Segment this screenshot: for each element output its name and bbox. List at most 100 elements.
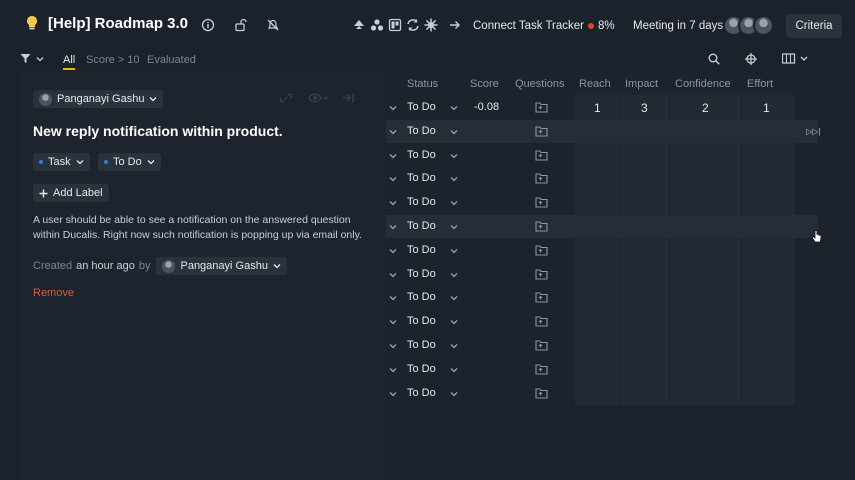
status-cell[interactable]: To Do <box>407 196 436 208</box>
info-icon[interactable] <box>201 18 215 32</box>
jira-icon[interactable] <box>352 18 366 32</box>
sync-icon[interactable] <box>406 18 420 32</box>
collapse-panel-icon[interactable] <box>342 92 354 104</box>
questions-folder-icon[interactable] <box>535 315 548 327</box>
columns-view-dropdown[interactable] <box>781 53 810 68</box>
questions-folder-icon[interactable] <box>535 387 548 399</box>
reach-cell[interactable]: 1 <box>594 101 601 115</box>
status-dropdown-icon[interactable] <box>450 293 458 301</box>
expand-chevron-icon[interactable] <box>389 127 397 135</box>
expand-chevron-icon[interactable] <box>389 389 397 397</box>
status-cell[interactable]: To Do <box>407 172 436 184</box>
tab-score-gt-10[interactable]: Score > 10 <box>86 54 140 66</box>
expand-chevron-icon[interactable] <box>389 270 397 278</box>
questions-folder-icon[interactable] <box>535 363 548 375</box>
board-title-group[interactable]: [Help] Roadmap 3.0 <box>24 14 188 32</box>
filter-dropdown[interactable] <box>20 53 44 64</box>
impact-cell[interactable]: 3 <box>641 101 648 115</box>
table-row[interactable]: To Do <box>386 144 818 167</box>
confidence-cell[interactable]: 2 <box>702 101 709 115</box>
team-avatars[interactable] <box>723 15 774 36</box>
status-dropdown-icon[interactable] <box>450 317 458 325</box>
status-cell[interactable]: To Do <box>407 291 436 303</box>
expand-chevron-icon[interactable] <box>389 293 397 301</box>
questions-folder-icon[interactable] <box>535 291 548 303</box>
table-row[interactable]: To Do <box>386 215 818 238</box>
remove-button[interactable]: Remove <box>33 287 74 299</box>
issue-title[interactable]: New reply notification within product. <box>33 123 283 139</box>
status-dropdown-icon[interactable] <box>450 151 458 159</box>
status-cell[interactable]: To Do <box>407 363 436 375</box>
expand-chevron-icon[interactable] <box>389 174 397 182</box>
column-header-score[interactable]: Score <box>470 78 499 90</box>
settings-icon[interactable] <box>424 18 438 32</box>
status-dropdown-icon[interactable] <box>450 389 458 397</box>
questions-folder-icon[interactable] <box>535 125 548 137</box>
expand-chevron-icon[interactable] <box>389 103 397 111</box>
status-dropdown-icon[interactable] <box>450 246 458 254</box>
board-title[interactable]: [Help] Roadmap 3.0 <box>48 15 188 32</box>
column-header-reach[interactable]: Reach <box>579 78 611 90</box>
questions-folder-icon[interactable] <box>535 196 548 208</box>
column-header-impact[interactable]: Impact <box>625 78 658 90</box>
expand-chevron-icon[interactable] <box>389 365 397 373</box>
trello-icon[interactable] <box>388 18 402 32</box>
questions-folder-icon[interactable] <box>535 339 548 351</box>
questions-folder-icon[interactable] <box>535 172 548 184</box>
status-cell[interactable]: To Do <box>407 244 436 256</box>
expand-chevron-icon[interactable] <box>389 317 397 325</box>
asana-icon[interactable] <box>370 18 384 32</box>
status-cell[interactable]: To Do <box>407 387 436 399</box>
issue-status-dropdown[interactable]: To Do <box>98 153 161 171</box>
table-row[interactable]: To Do <box>386 358 818 381</box>
assignee-dropdown[interactable]: Panganayi Gashu <box>33 90 164 108</box>
effort-cell[interactable]: 1 <box>763 101 770 115</box>
table-row[interactable]: To Do <box>386 286 818 309</box>
status-dropdown-icon[interactable] <box>450 341 458 349</box>
target-icon[interactable] <box>745 53 757 68</box>
status-cell[interactable]: To Do <box>407 101 436 113</box>
status-cell[interactable]: To Do <box>407 339 436 351</box>
table-row[interactable]: To Do <box>386 191 818 214</box>
table-row[interactable]: To Do <box>386 382 818 405</box>
column-header-confidence[interactable]: Confidence <box>675 78 731 90</box>
status-cell[interactable]: To Do <box>407 149 436 161</box>
status-cell[interactable]: To Do <box>407 268 436 280</box>
criteria-button[interactable]: Criteria <box>786 14 842 38</box>
questions-folder-icon[interactable] <box>535 244 548 256</box>
expand-chevron-icon[interactable] <box>389 246 397 254</box>
status-dropdown-icon[interactable] <box>450 270 458 278</box>
questions-folder-icon[interactable] <box>535 220 548 232</box>
search-icon[interactable] <box>708 53 720 68</box>
avatar[interactable] <box>753 15 774 36</box>
column-header-questions[interactable]: Questions <box>515 78 565 90</box>
questions-folder-icon[interactable] <box>535 101 548 113</box>
table-row[interactable]: To Do <box>386 239 818 262</box>
table-row[interactable]: To Do <box>386 334 818 357</box>
progress-indicator[interactable]: 8% <box>588 20 615 32</box>
status-cell[interactable]: To Do <box>407 125 436 137</box>
tab-evaluated[interactable]: Evaluated <box>147 54 196 66</box>
connect-task-tracker-link[interactable]: Connect Task Tracker <box>473 20 584 32</box>
tab-all[interactable]: All <box>63 54 76 70</box>
creator-dropdown[interactable]: Panganayi Gashu <box>156 257 287 275</box>
status-cell[interactable]: To Do <box>407 220 436 232</box>
expand-chevron-icon[interactable] <box>389 222 397 230</box>
table-row[interactable]: To Do <box>386 310 818 333</box>
table-row[interactable]: To Do <box>386 167 818 190</box>
link-icon[interactable] <box>280 92 292 104</box>
status-dropdown-icon[interactable] <box>450 174 458 182</box>
questions-folder-icon[interactable] <box>535 149 548 161</box>
table-row[interactable]: To Do -0.08 1 3 2 1 <box>386 96 818 119</box>
meeting-countdown[interactable]: Meeting in 7 days <box>633 20 723 32</box>
add-label-button[interactable]: Add Label <box>33 184 109 202</box>
column-header-effort[interactable]: Effort <box>747 78 773 90</box>
table-row[interactable]: To Do ▷▷| <box>386 119 820 143</box>
status-cell[interactable]: To Do <box>407 315 436 327</box>
issue-type-dropdown[interactable]: Task <box>33 153 90 171</box>
expand-chevron-icon[interactable] <box>389 198 397 206</box>
unlock-icon[interactable] <box>234 18 248 32</box>
column-header-status[interactable]: Status <box>407 78 438 90</box>
status-dropdown-icon[interactable] <box>450 127 458 135</box>
expand-chevron-icon[interactable] <box>389 151 397 159</box>
